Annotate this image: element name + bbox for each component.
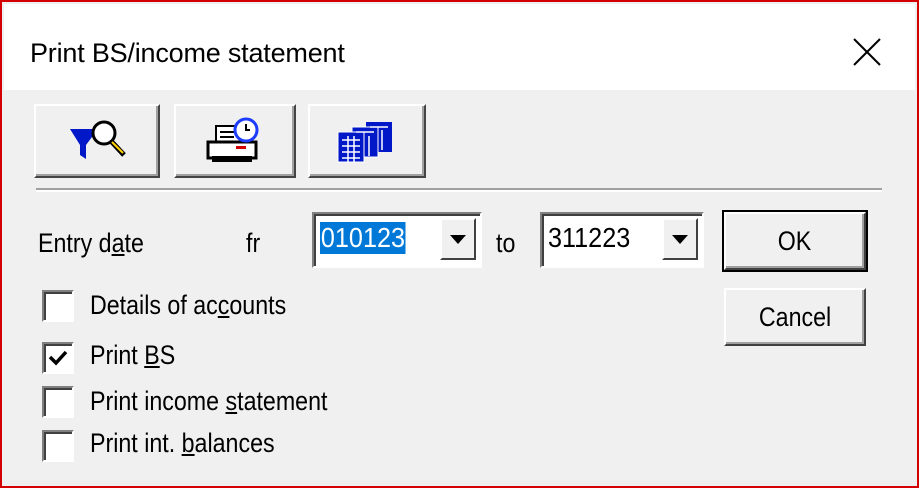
filter-search-icon (70, 120, 126, 159)
dialog-title: Print BS/income statement (30, 38, 345, 68)
checkmark-icon (48, 350, 68, 366)
to-date-dropdown-button[interactable] (662, 218, 698, 260)
from-date-combo[interactable]: 010123 (312, 212, 482, 268)
separator (36, 188, 882, 192)
ok-button[interactable]: OK (722, 210, 868, 272)
print-dialog: Print BS/income statement Entry date fr … (0, 0, 919, 488)
print-income-statement-checkbox[interactable] (42, 386, 74, 418)
close-icon[interactable] (847, 32, 887, 72)
to-label: to (496, 228, 516, 258)
filter-search-button[interactable] (34, 104, 160, 178)
details-of-accounts-checkbox[interactable] (42, 290, 74, 322)
print-bs-checkbox[interactable] (42, 342, 74, 374)
print-int-balances-label: Print int. balances (90, 428, 275, 458)
from-date-value[interactable]: 010123 (320, 222, 406, 254)
multi-sheets-button[interactable] (308, 104, 426, 178)
cancel-button[interactable]: Cancel (724, 288, 866, 346)
print-int-balances-checkbox[interactable] (42, 430, 74, 462)
chevron-down-icon (450, 235, 466, 244)
to-date-combo[interactable]: 311223 (540, 212, 704, 268)
title-bar: Print BS/income statement (4, 4, 915, 90)
entry-date-label: Entry date (38, 228, 144, 258)
from-label: fr (246, 228, 261, 258)
chevron-down-icon (672, 235, 688, 244)
print-income-statement-label: Print income statement (90, 386, 328, 416)
details-of-accounts-label: Details of accounts (90, 290, 287, 320)
print-scheduled-icon (206, 117, 259, 162)
multi-sheets-icon (337, 122, 392, 163)
to-date-value[interactable]: 311223 (548, 222, 630, 254)
print-bs-label: Print BS (90, 340, 176, 370)
print-scheduled-button[interactable] (174, 104, 296, 178)
from-date-dropdown-button[interactable] (440, 218, 476, 260)
